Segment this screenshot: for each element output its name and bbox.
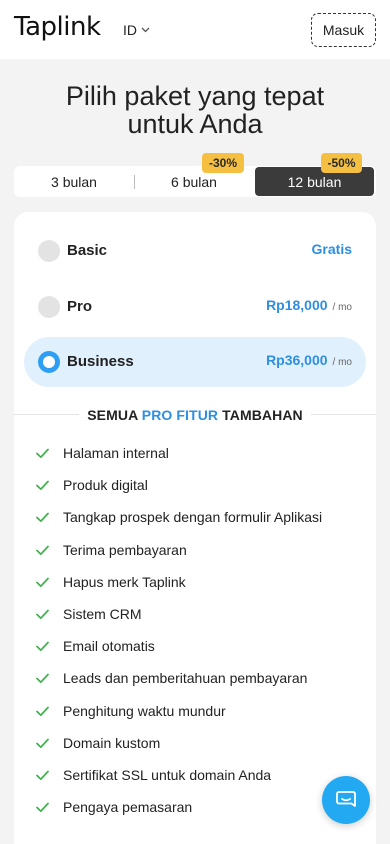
checkmark-icon	[36, 673, 49, 684]
page-title: Pilih paket yang tepat untuk Anda	[20, 82, 370, 138]
feature-label: Domain kustom	[63, 734, 161, 751]
checkmark-icon	[36, 577, 49, 587]
price-value: Rp18,000	[266, 297, 328, 313]
feature-item: Penghitung waktu mundur	[14, 696, 376, 728]
plan-card: Basic Gratis Pro Rp18,000 / mo Business …	[14, 212, 376, 844]
tab-label: 6 bulan	[171, 173, 217, 190]
feature-item: Email otomatis	[14, 631, 376, 663]
feature-item: Domain kustom	[14, 728, 376, 760]
checkmark-icon	[36, 609, 49, 619]
feature-label: Email otomatis	[63, 638, 155, 655]
header: Taplink ID Masuk	[0, 0, 390, 59]
plan-price: Rp18,000 / mo	[266, 297, 352, 313]
checkmark-icon	[36, 448, 49, 459]
feature-list: Halaman internal Produk digital Tangkap pr…	[14, 438, 376, 824]
price-unit: / mo	[332, 302, 352, 313]
feature-label: Pengaya pemasaran	[63, 799, 193, 816]
taplink-logo[interactable]: Taplink	[14, 12, 101, 42]
tab-label: 3 bulan	[51, 173, 97, 190]
feature-label: Leads dan pemberitahuan pembayaran	[63, 670, 308, 687]
feature-item: Tangkap prospek dengan formulir Aplikasi	[14, 502, 376, 534]
feature-label: Sistem CRM	[63, 605, 142, 622]
feature-label: Terima pembayaran	[63, 541, 187, 558]
plan-name: Business	[67, 353, 134, 370]
billing-period-tabs: 3 bulan 6 bulan 12 bulan -30% -50%	[14, 153, 376, 197]
page-title-line-1: Pilih paket yang tepat	[65, 81, 325, 111]
discount-badge: -30%	[202, 153, 244, 173]
feature-label: Tangkap prospek dengan formulir Aplikasi	[63, 509, 323, 526]
checkmark-icon	[36, 480, 49, 491]
heading-accent: PRO FITUR	[141, 407, 219, 423]
checkmark-icon	[36, 545, 49, 555]
feature-item: Produk digital	[14, 470, 376, 502]
tab-label: 12 bulan	[287, 173, 342, 190]
plan-option-pro[interactable]: Pro Rp18,000 / mo	[24, 282, 366, 332]
checkmark-icon	[36, 802, 49, 813]
heading-word: SEMUA	[87, 407, 138, 423]
radio-button[interactable]	[38, 240, 60, 262]
heading-word: TAMBAHAN	[222, 407, 303, 423]
price-value: Rp36,000	[266, 352, 328, 368]
plan-name: Pro	[67, 298, 93, 315]
feature-item: Halaman internal	[14, 438, 376, 470]
plan-price: Gratis	[312, 241, 352, 257]
checkmark-icon	[36, 770, 49, 780]
feature-item: Leads dan pemberitahuan pembayaran	[14, 663, 376, 695]
price-unit: / mo	[332, 357, 352, 368]
plan-option-basic[interactable]: Basic Gratis	[24, 226, 366, 276]
features-heading-text: SEMUA PRO FITUR TAMBAHAN	[79, 407, 311, 423]
language-selector[interactable]: ID	[123, 22, 150, 38]
feature-item: Sistem CRM	[14, 599, 376, 631]
plan-name: Basic	[67, 242, 108, 259]
feature-label: Penghitung waktu mundur	[63, 702, 226, 719]
tab-3-months[interactable]: 3 bulan	[14, 166, 134, 197]
feature-label: Produk digital	[63, 477, 148, 494]
plan-price: Rp36,000 / mo	[266, 352, 352, 368]
feature-item: Hapus merk Taplink	[14, 567, 376, 599]
feature-item: Terima pembayaran	[14, 535, 376, 567]
checkmark-icon	[36, 706, 49, 716]
radio-button-selected[interactable]	[38, 351, 60, 373]
feature-item: Sertifikat SSL untuk domain Anda	[14, 760, 376, 792]
checkmark-icon	[36, 513, 49, 523]
chat-bubble-icon	[336, 791, 356, 807]
page-title-line-2: untuk Anda	[127, 109, 263, 139]
checkmark-icon	[36, 641, 49, 652]
feature-label: Hapus merk Taplink	[63, 573, 186, 590]
feature-label: Halaman internal	[63, 445, 169, 461]
chat-button[interactable]	[322, 776, 370, 824]
discount-badge: -50%	[321, 153, 362, 173]
chevron-down-icon	[141, 27, 150, 33]
feature-label: Sertifikat SSL untuk domain Anda	[63, 766, 272, 783]
language-label: ID	[123, 22, 137, 38]
login-button[interactable]: Masuk	[311, 13, 376, 47]
plan-option-business[interactable]: Business Rp36,000 / mo	[24, 337, 366, 387]
radio-button[interactable]	[38, 296, 60, 318]
price-value: Gratis	[311, 241, 352, 257]
checkmark-icon	[36, 738, 49, 748]
features-heading: SEMUA PRO FITUR TAMBAHAN	[14, 405, 376, 425]
